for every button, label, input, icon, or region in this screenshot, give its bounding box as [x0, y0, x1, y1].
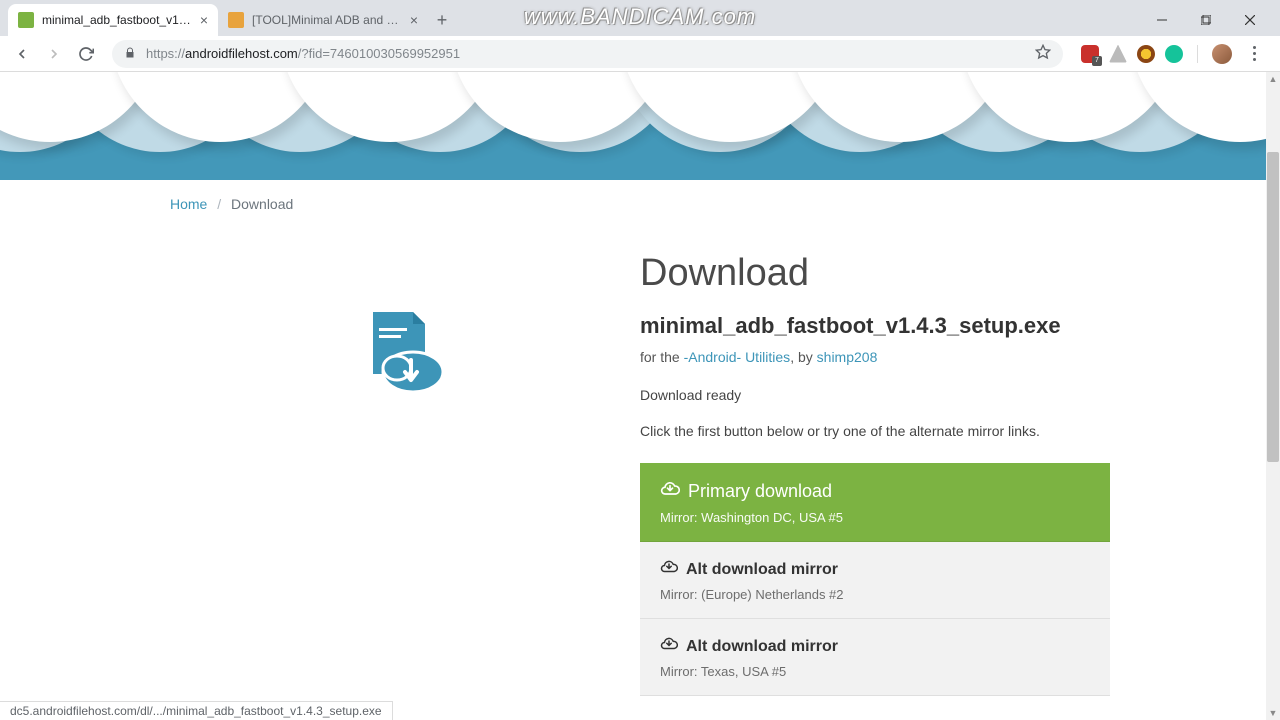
- byline: for the -Android- Utilities, by shimp208: [640, 349, 1110, 365]
- profile-avatar[interactable]: [1212, 44, 1232, 64]
- browser-tab[interactable]: [TOOL]Minimal ADB and Fastboo ×: [218, 4, 428, 36]
- primary-download-label: Primary download: [688, 481, 832, 502]
- chrome-menu-button[interactable]: [1242, 46, 1266, 61]
- breadcrumb-separator: /: [217, 196, 221, 212]
- adblock-extension-icon[interactable]: 7: [1081, 45, 1099, 63]
- bookmark-star-icon[interactable]: [1035, 44, 1051, 63]
- forward-button[interactable]: [40, 40, 68, 68]
- window-controls: [1140, 5, 1272, 35]
- download-graphic: [170, 252, 640, 696]
- byline-by: , by: [790, 349, 816, 365]
- back-button[interactable]: [8, 40, 36, 68]
- scrollbar-track[interactable]: ▲ ▼: [1266, 72, 1280, 720]
- close-window-button[interactable]: [1228, 5, 1272, 35]
- close-tab-icon[interactable]: ×: [200, 12, 208, 28]
- extension-icon[interactable]: [1109, 45, 1127, 63]
- tab-title: minimal_adb_fastboot_v1.4.3_se: [42, 13, 194, 27]
- file-cloud-download-icon: [355, 302, 455, 402]
- url-path: /?fid=746010030569952951: [298, 46, 460, 61]
- alt-download-label: Alt download mirror: [686, 638, 838, 656]
- breadcrumb-current: Download: [231, 196, 293, 212]
- url-host: androidfilehost.com: [185, 46, 298, 61]
- scroll-down-icon[interactable]: ▼: [1268, 708, 1278, 718]
- browser-tab-active[interactable]: minimal_adb_fastboot_v1.4.3_se ×: [8, 4, 218, 36]
- download-details: Download minimal_adb_fastboot_v1.4.3_set…: [640, 252, 1110, 696]
- address-bar[interactable]: https://androidfilehost.com/?fid=7460100…: [112, 40, 1063, 68]
- author-link[interactable]: shimp208: [817, 349, 878, 365]
- url-scheme: https://: [146, 46, 185, 61]
- tab-title: [TOOL]Minimal ADB and Fastboo: [252, 13, 404, 27]
- page-viewport: Home / Download: [0, 72, 1280, 720]
- primary-mirror-label: Mirror: Washington DC, USA #5: [660, 510, 1090, 525]
- cloud-download-icon: [660, 479, 680, 504]
- cloud-download-icon: [660, 635, 678, 658]
- browser-chrome: minimal_adb_fastboot_v1.4.3_se × [TOOL]M…: [0, 0, 1280, 72]
- lock-icon: [124, 47, 138, 61]
- new-tab-button[interactable]: +: [428, 6, 456, 34]
- content-container: Home / Download: [140, 180, 1140, 720]
- minimize-button[interactable]: [1140, 5, 1184, 35]
- alt-mirror-label: Mirror: Texas, USA #5: [660, 664, 1090, 679]
- byline-prefix: for the: [640, 349, 684, 365]
- breadcrumb: Home / Download: [170, 196, 1110, 212]
- page-title: Download: [640, 252, 1110, 295]
- alt-mirror-label: Mirror: (Europe) Netherlands #2: [660, 587, 1090, 602]
- browser-toolbar: https://androidfilehost.com/?fid=7460100…: [0, 36, 1280, 72]
- instructions-text: Click the first button below or try one …: [640, 421, 1040, 441]
- extension-icon[interactable]: [1137, 45, 1155, 63]
- scroll-up-icon[interactable]: ▲: [1268, 74, 1278, 84]
- maximize-button[interactable]: [1184, 5, 1228, 35]
- grammarly-extension-icon[interactable]: [1165, 45, 1183, 63]
- primary-download-button[interactable]: Primary download Mirror: Washington DC, …: [640, 463, 1110, 542]
- download-status: Download ready: [640, 387, 1110, 403]
- close-tab-icon[interactable]: ×: [410, 12, 418, 28]
- alt-download-button[interactable]: Alt download mirror Mirror: (Europe) Net…: [640, 542, 1110, 619]
- favicon-icon: [228, 12, 244, 28]
- category-link[interactable]: -Android- Utilities: [684, 349, 791, 365]
- reload-button[interactable]: [72, 40, 100, 68]
- separator: [1197, 45, 1198, 63]
- breadcrumb-home-link[interactable]: Home: [170, 196, 207, 212]
- extensions: 7: [1075, 44, 1272, 64]
- hero-banner: [0, 72, 1280, 180]
- alt-download-button[interactable]: Alt download mirror Mirror: Texas, USA #…: [640, 619, 1110, 696]
- filename: minimal_adb_fastboot_v1.4.3_setup.exe: [640, 313, 1110, 339]
- scrollbar-thumb[interactable]: [1267, 152, 1279, 462]
- link-status-bar: dc5.androidfilehost.com/dl/.../minimal_a…: [0, 701, 393, 720]
- tab-strip: minimal_adb_fastboot_v1.4.3_se × [TOOL]M…: [0, 0, 1280, 36]
- cloud-download-icon: [660, 558, 678, 581]
- favicon-icon: [18, 12, 34, 28]
- alt-download-label: Alt download mirror: [686, 561, 838, 579]
